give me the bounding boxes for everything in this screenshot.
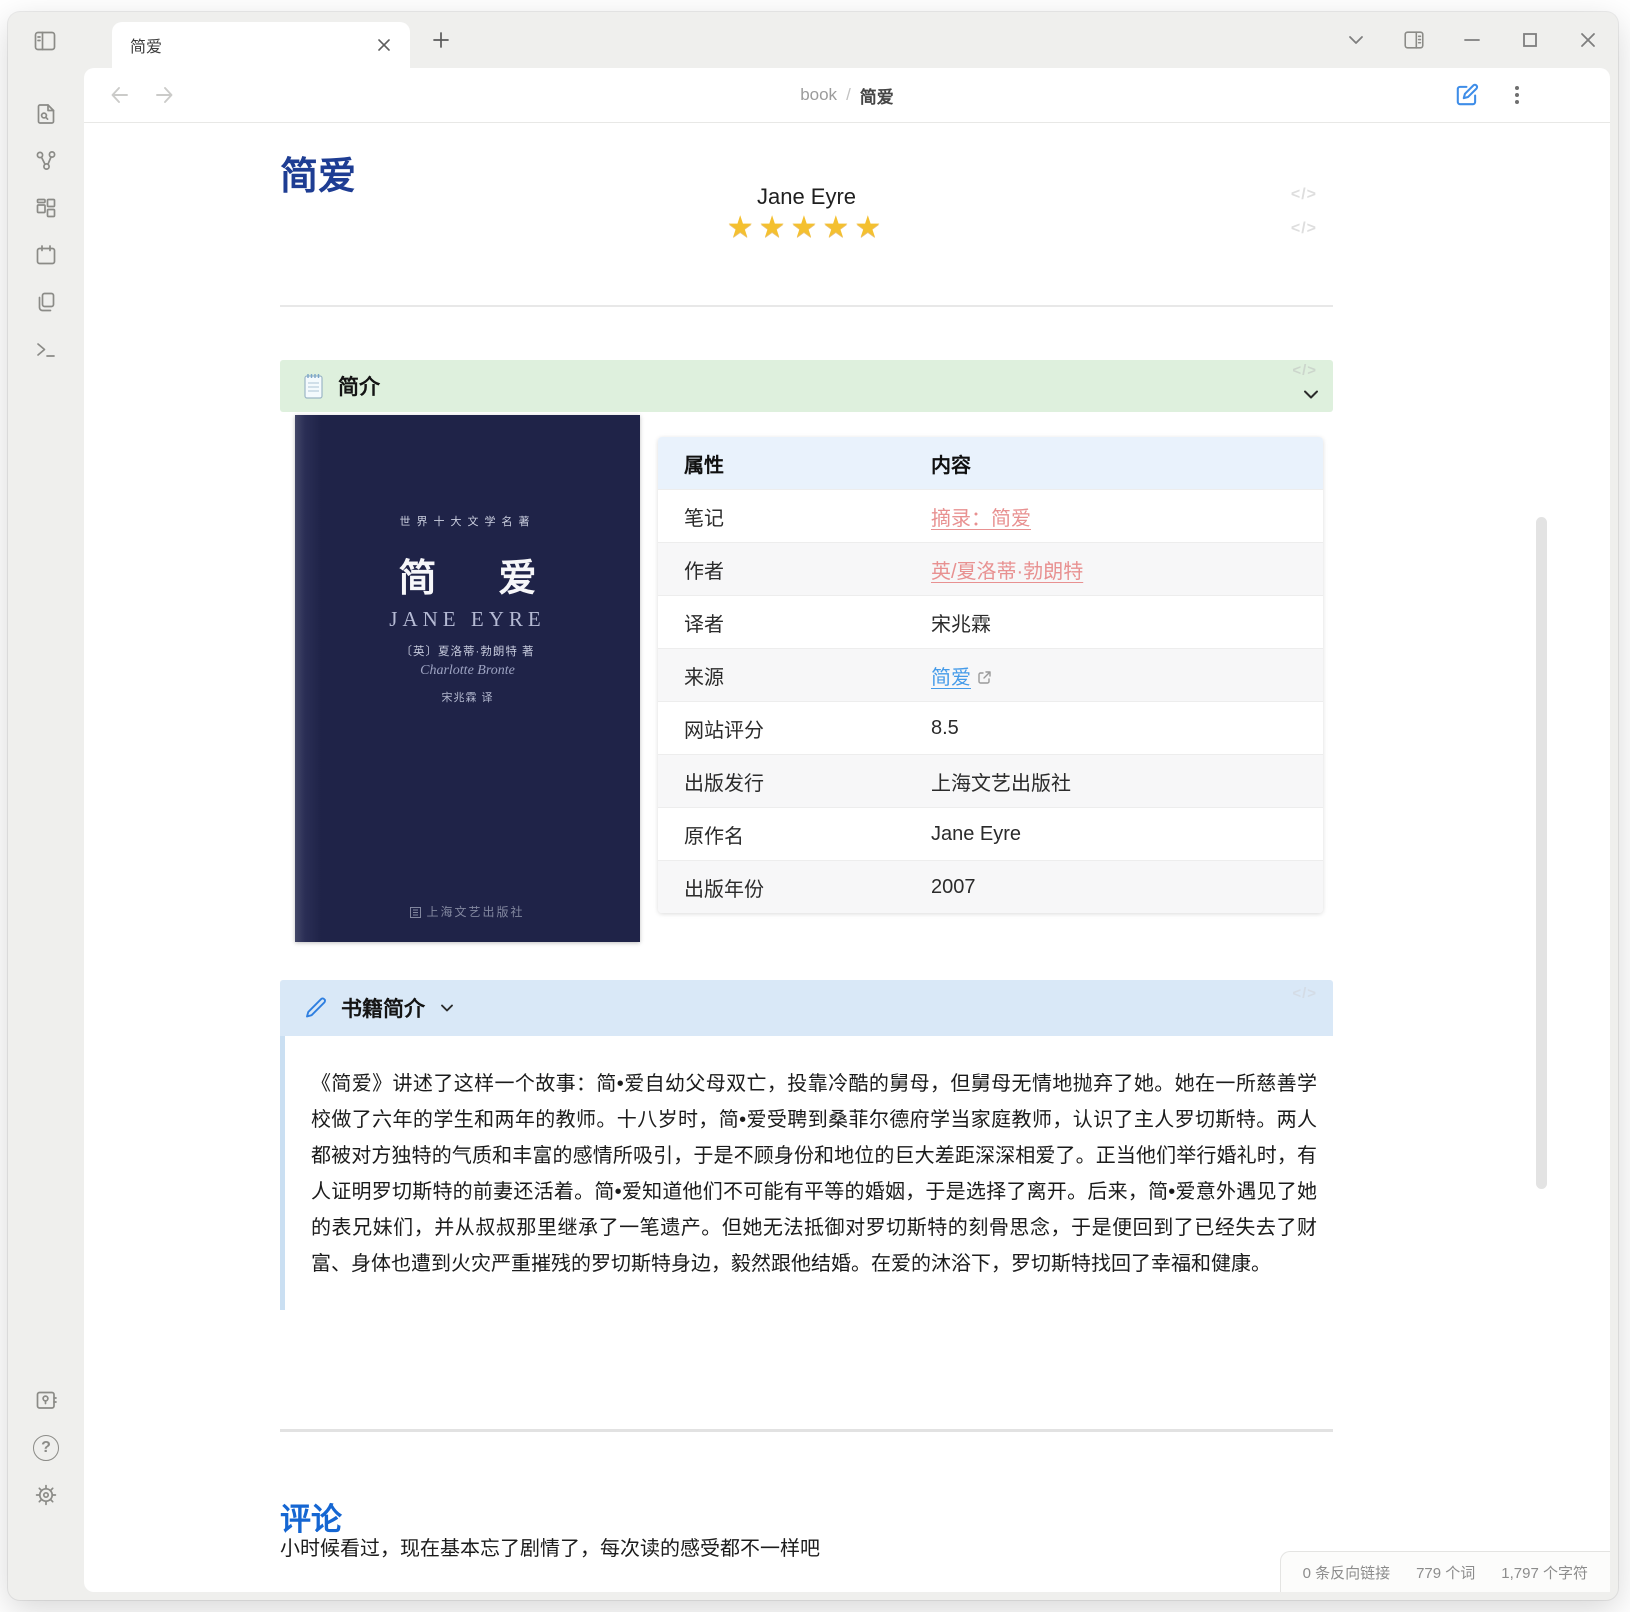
left-sidebar-toggle-icon[interactable] (32, 28, 58, 54)
tab-list-chevron-icon[interactable] (1344, 28, 1368, 52)
copy-files-icon[interactable] (34, 290, 58, 314)
maximize-button[interactable] (1518, 28, 1542, 52)
row-label: 笔记 (658, 490, 905, 543)
row-label: 作者 (658, 543, 905, 596)
row-value: 2007 (905, 861, 1323, 914)
external-link-icon (977, 670, 992, 685)
cover-title-en: JANE EYRE (295, 607, 640, 632)
table-row: 笔记 摘录：简爱 (658, 490, 1323, 543)
comment-text: 小时候看过，现在基本忘了剧情了，每次读的感受都不一样吧 (280, 1532, 820, 1561)
tab-close-icon[interactable] (374, 35, 394, 55)
view-header: book / 简爱 (84, 68, 1610, 123)
column-header-attribute: 属性 (658, 437, 905, 490)
table-row: 原作名 Jane Eyre (658, 808, 1323, 861)
graph-view-icon[interactable] (34, 149, 58, 173)
row-label: 出版年份 (658, 861, 905, 914)
book-info-table: 属性 内容 笔记 摘录：简爱 作者 英/夏洛蒂·勃朗特 译者 宋兆霖 (658, 437, 1323, 913)
row-label: 原作名 (658, 808, 905, 861)
summary-text: 《简爱》讲述了这样一个故事：简•爱自幼父母双亡，投靠冷酷的舅母，但舅母无情地抛弃… (280, 1036, 1333, 1310)
ribbon: ? (8, 68, 84, 1600)
backlinks-count[interactable]: 0 条反向链接 (1303, 1562, 1391, 1583)
cover-series-text: 世界十大文学名著 (295, 513, 640, 529)
dashboard-icon[interactable] (34, 196, 58, 220)
row-value: 上海文艺出版社 (905, 755, 1323, 808)
row-label: 出版发行 (658, 755, 905, 808)
row-label: 网站评分 (658, 702, 905, 755)
notepad-icon (302, 372, 326, 400)
cover-author-cn: 〔英〕夏洛蒂·勃朗特 著 (295, 643, 640, 659)
minimize-button[interactable] (1460, 28, 1484, 52)
summary-callout-title: 书籍简介 (341, 993, 425, 1023)
table-row: 来源 简爱 (658, 649, 1323, 702)
row-value: Jane Eyre (905, 808, 1323, 861)
tab-title: 简爱 (130, 33, 374, 57)
breadcrumb-current[interactable]: 简爱 (860, 83, 894, 108)
close-window-button[interactable] (1576, 28, 1600, 52)
settings-gear-icon[interactable] (34, 1483, 58, 1507)
edit-block-icon[interactable]: </> (1291, 186, 1317, 204)
edit-mode-toggle-icon[interactable] (1454, 82, 1480, 108)
row-label: 译者 (658, 596, 905, 649)
publisher-logo-icon (410, 907, 421, 918)
cover-translator: 宋兆霖 译 (295, 689, 640, 705)
divider (280, 305, 1333, 307)
table-row: 网站评分 8.5 (658, 702, 1323, 755)
rating-stars: ★★★★★ (280, 210, 1333, 245)
terminal-icon[interactable] (34, 338, 58, 362)
row-value: 宋兆霖 (905, 596, 1323, 649)
summary-callout-header[interactable]: 书籍简介 </> (280, 980, 1333, 1036)
column-header-content: 内容 (905, 437, 1323, 490)
note-content: 简爱 Jane Eyre ★★★★★ </> </> 简介 </> (84, 122, 1610, 1592)
row-value: 8.5 (905, 702, 1323, 755)
file-search-icon[interactable] (34, 102, 58, 126)
book-subtitle: Jane Eyre (280, 184, 1333, 210)
book-cover-image: 世界十大文学名著 简爱 JANE EYRE 〔英〕夏洛蒂·勃朗特 著 Charl… (295, 415, 640, 942)
table-row: 出版发行 上海文艺出版社 (658, 755, 1323, 808)
row-label: 来源 (658, 649, 905, 702)
intro-callout-header[interactable]: 简介 </> (280, 360, 1333, 412)
intro-callout-title: 简介 (338, 371, 380, 401)
table-row: 出版年份 2007 (658, 861, 1323, 914)
calendar-icon[interactable] (34, 243, 58, 267)
edit-block-icon[interactable]: </> (1292, 985, 1317, 1002)
cover-title-cn: 简爱 (295, 547, 640, 602)
internal-link-note[interactable]: 摘录：简爱 (931, 508, 1031, 530)
summary-callout: 书籍简介 </> 《简爱》讲述了这样一个故事：简•爱自幼父母双亡，投靠冷酷的舅母… (280, 980, 1333, 1310)
table-row: 译者 宋兆霖 (658, 596, 1323, 649)
editor-panel: book / 简爱 简爱 Jane Eyre ★★★★★ </> </> (84, 68, 1610, 1592)
app-window: 简爱 (8, 12, 1618, 1600)
scrollbar-thumb[interactable] (1536, 517, 1547, 1189)
pencil-icon (304, 996, 328, 1020)
status-bar: 0 条反向链接 779 个词 1,797 个字符 (1280, 1551, 1610, 1592)
help-icon[interactable]: ? (33, 1435, 59, 1461)
breadcrumb-folder[interactable]: book (800, 85, 837, 105)
more-options-icon[interactable] (1506, 83, 1528, 107)
new-tab-button[interactable] (430, 29, 452, 51)
table-header-row: 属性 内容 (658, 437, 1323, 490)
cover-publisher: 上海文艺出版社 (295, 903, 640, 920)
edit-block-icon[interactable]: </> (1292, 362, 1317, 379)
titlebar: 简爱 (8, 12, 1618, 68)
character-count[interactable]: 1,797 个字符 (1501, 1562, 1588, 1583)
external-link-source[interactable]: 简爱 (931, 667, 971, 689)
table-row: 作者 英/夏洛蒂·勃朗特 (658, 543, 1323, 596)
word-count[interactable]: 779 个词 (1416, 1562, 1475, 1583)
right-sidebar-toggle-icon[interactable] (1402, 28, 1426, 52)
divider (280, 1429, 1333, 1432)
breadcrumb-separator: / (846, 85, 851, 105)
breadcrumb: book / 简爱 (84, 68, 1610, 122)
chevron-down-icon[interactable] (437, 998, 457, 1018)
vault-switcher-icon[interactable] (34, 1388, 58, 1412)
edit-block-icon[interactable]: </> (1291, 220, 1317, 238)
internal-link-author[interactable]: 英/夏洛蒂·勃朗特 (931, 561, 1083, 583)
cover-author-en: Charlotte Bronte (295, 663, 640, 679)
chevron-down-icon[interactable] (1299, 382, 1323, 406)
tab-jane-eyre[interactable]: 简爱 (112, 22, 410, 68)
